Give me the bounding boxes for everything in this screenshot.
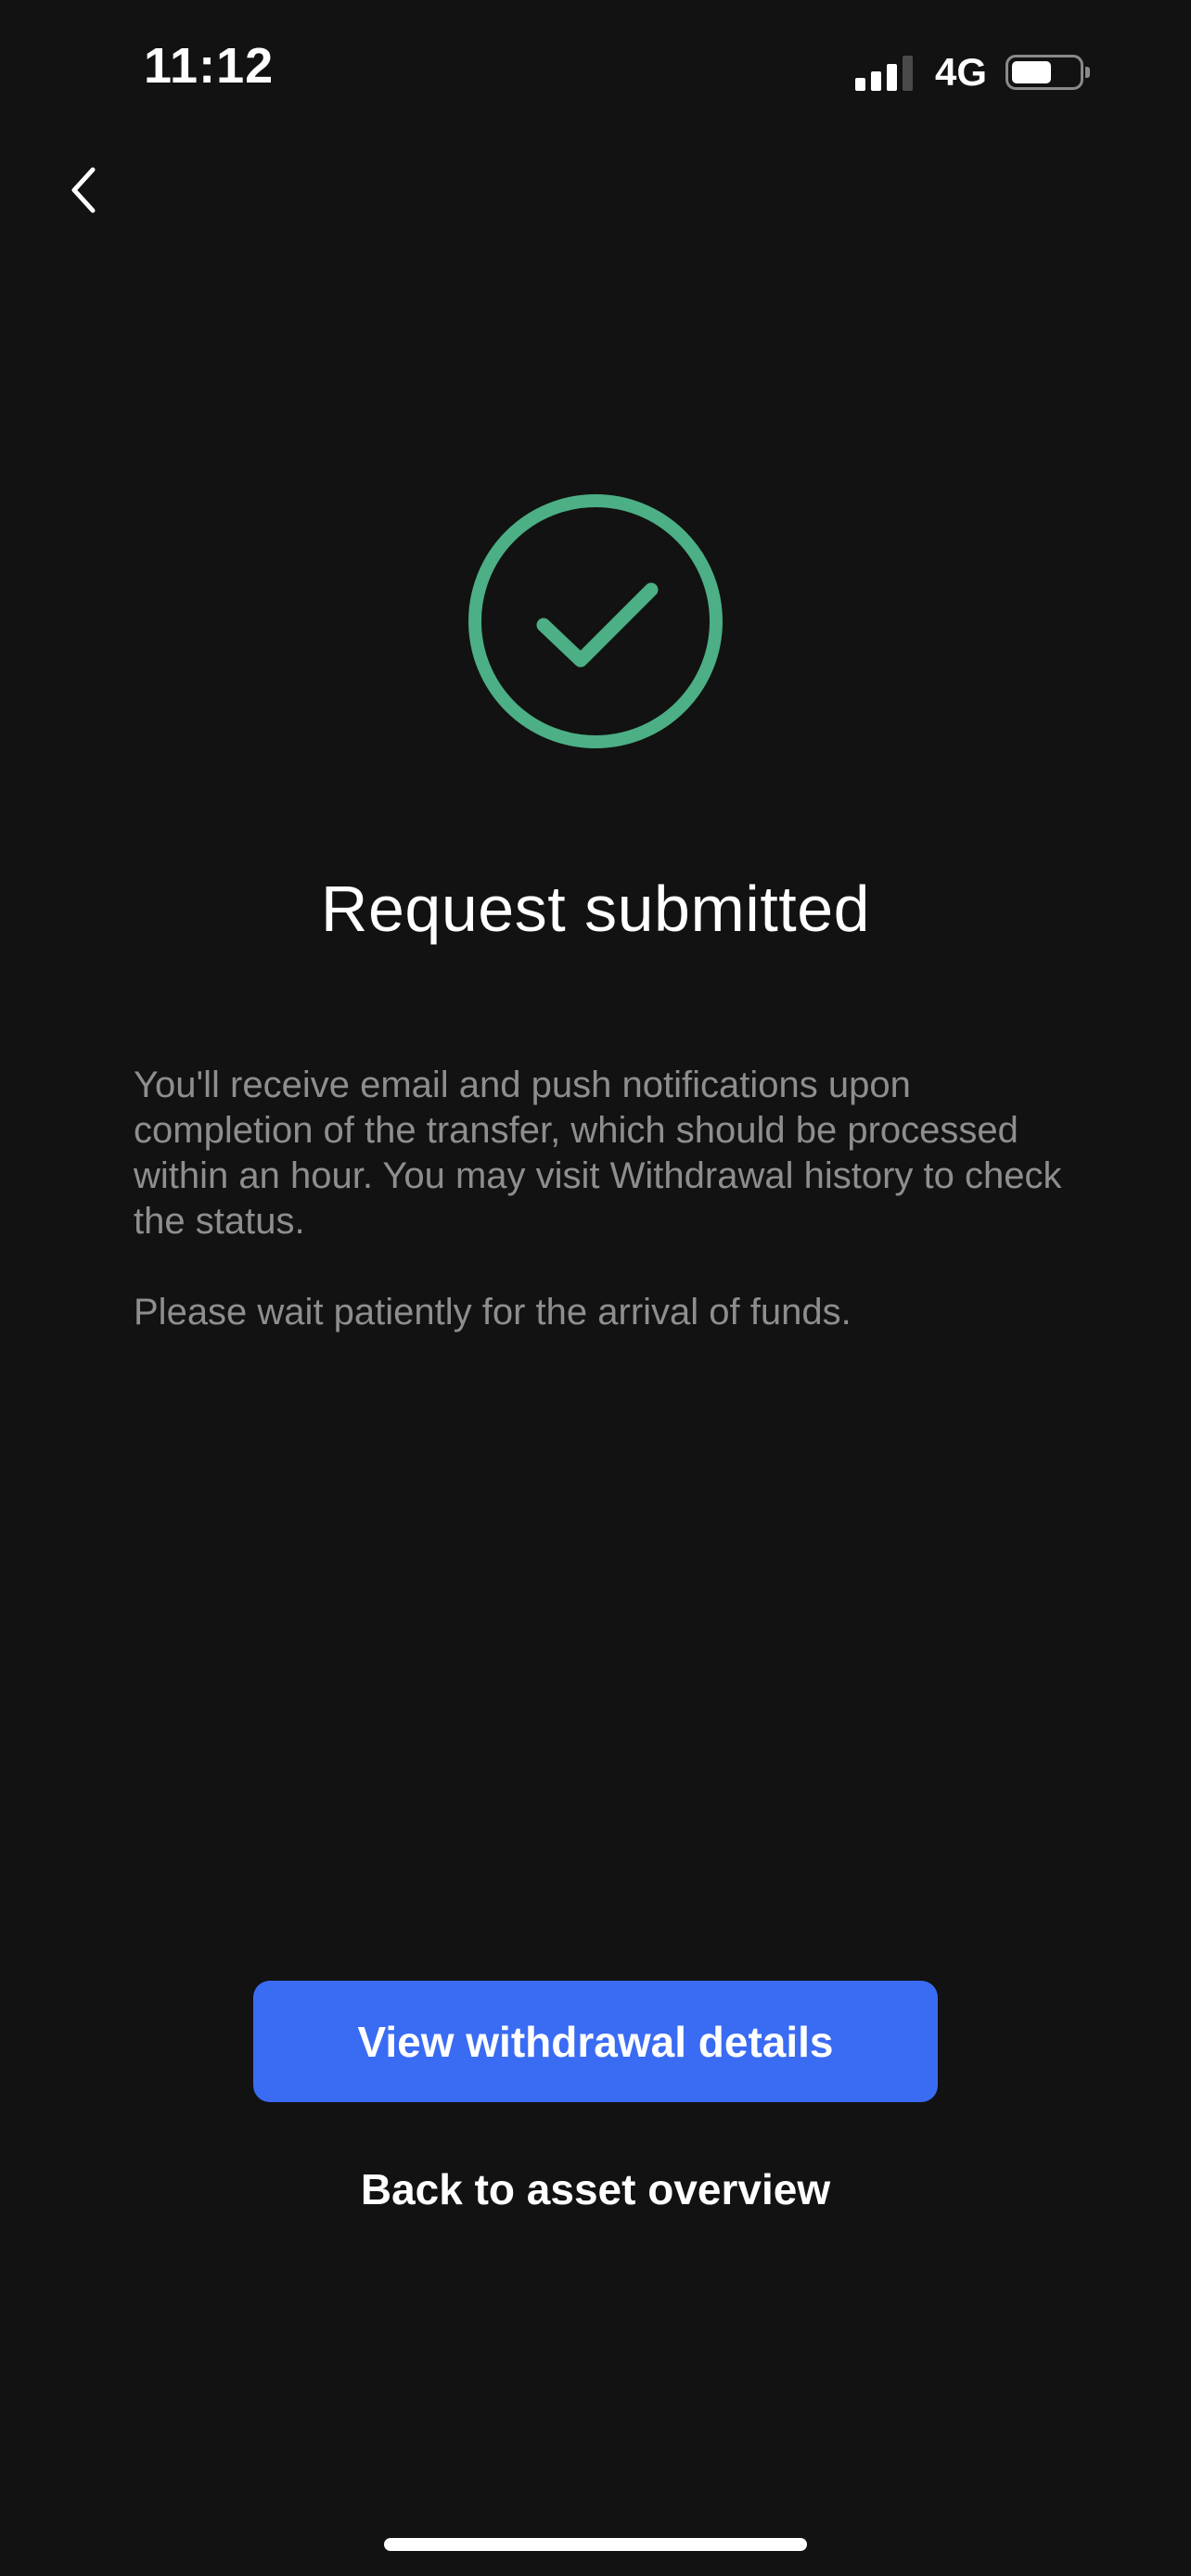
back-button[interactable] bbox=[46, 148, 121, 232]
status-time: 11:12 bbox=[144, 38, 275, 94]
message-paragraph: You'll receive email and push notificati… bbox=[134, 1065, 1062, 1242]
status-bar: 11:12 4G bbox=[0, 0, 1191, 139]
page-title: Request submitted bbox=[320, 873, 871, 945]
battery-icon bbox=[1005, 55, 1091, 90]
signal-icon bbox=[855, 54, 913, 91]
check-circle-icon bbox=[468, 494, 723, 748]
network-label: 4G bbox=[935, 50, 988, 94]
home-indicator[interactable] bbox=[384, 2538, 807, 2551]
status-indicators: 4G bbox=[855, 45, 1091, 100]
chevron-left-icon bbox=[71, 167, 96, 213]
back-to-asset-overview-link[interactable]: Back to asset overview bbox=[0, 2164, 1191, 2214]
status-message: You'll receive email and push notificati… bbox=[134, 1063, 1070, 1335]
view-withdrawal-details-button[interactable]: View withdrawal details bbox=[253, 1981, 938, 2102]
message-paragraph: Please wait patiently for the arrival of… bbox=[134, 1292, 852, 1333]
